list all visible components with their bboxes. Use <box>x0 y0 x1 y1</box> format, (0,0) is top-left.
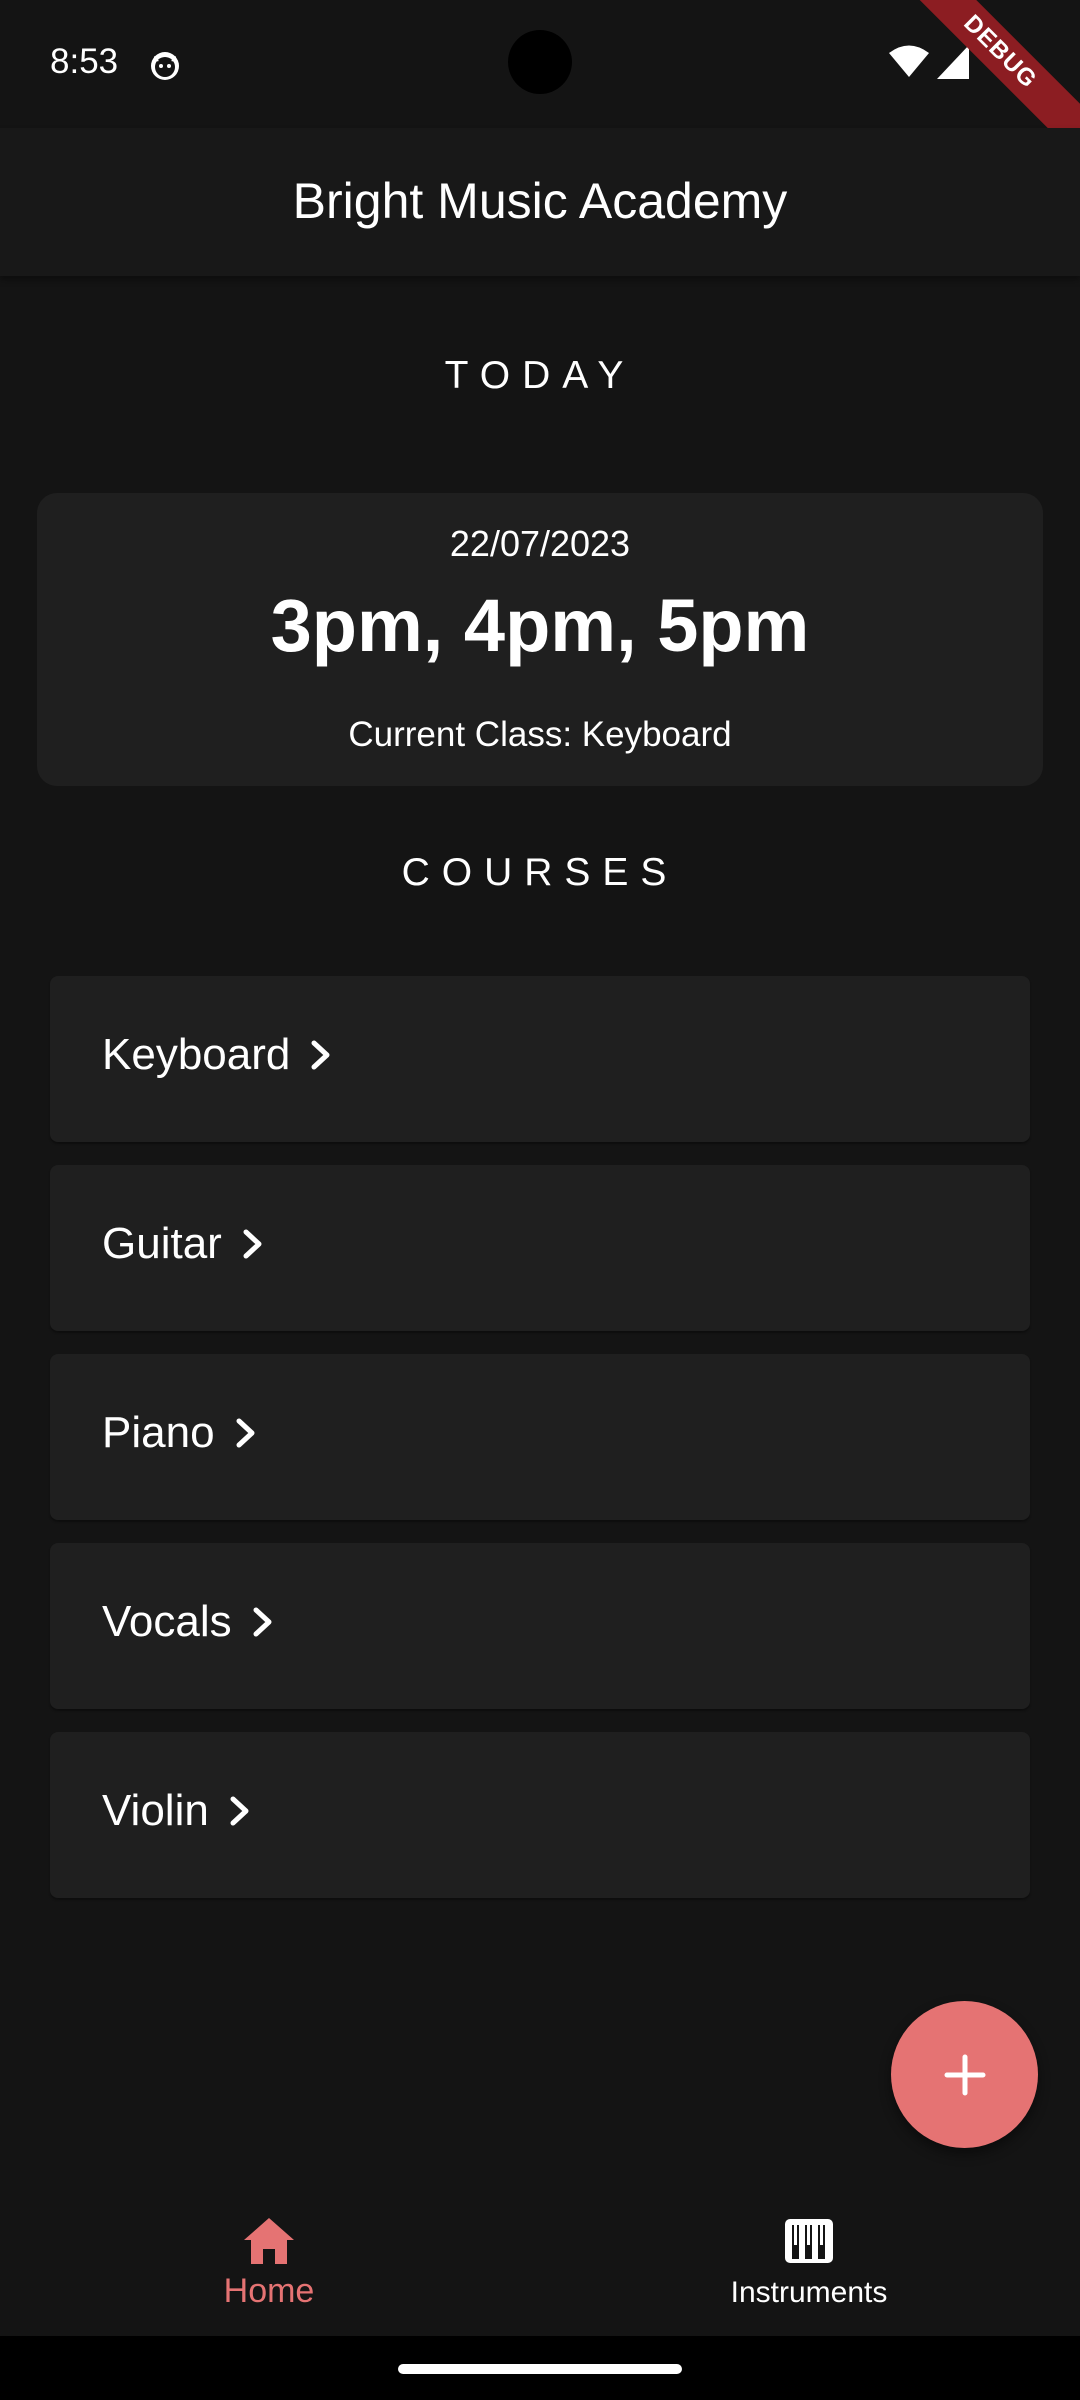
course-label: Violin <box>102 1786 209 1835</box>
course-label: Vocals <box>102 1597 232 1646</box>
today-date: 22/07/2023 <box>449 523 631 564</box>
nav-item-home[interactable]: Home <box>149 2216 389 2311</box>
course-item-keyboard[interactable]: Keyboard <box>50 976 1030 1142</box>
add-fab-button[interactable] <box>891 2001 1038 2148</box>
app-title: Bright Music Academy <box>292 173 788 229</box>
home-icon <box>244 2218 294 2264</box>
nav-label-instruments: Instruments <box>730 2276 888 2309</box>
status-time: 8:53 <box>50 42 119 81</box>
chevron-right-icon <box>243 1229 262 1259</box>
course-item-vocals[interactable]: Vocals <box>50 1543 1030 1709</box>
cat-icon <box>151 52 179 80</box>
today-card: 22/07/2023 3pm, 4pm, 5pm Current Class: … <box>37 493 1043 786</box>
gesture-handle[interactable] <box>398 2364 682 2374</box>
today-class-times: 3pm, 4pm, 5pm <box>270 584 810 667</box>
course-label: Keyboard <box>102 1030 291 1079</box>
today-header: TODAY <box>444 354 636 397</box>
chevron-right-icon <box>236 1418 255 1448</box>
cell-signal-icon <box>937 45 969 79</box>
nav-item-instruments[interactable]: Instruments <box>689 2216 929 2310</box>
chevron-right-icon <box>253 1607 272 1637</box>
course-item-guitar[interactable]: Guitar <box>50 1165 1030 1331</box>
current-class-label: Current Class: Keyboard <box>348 715 732 754</box>
chevron-right-icon <box>311 1040 330 1070</box>
chevron-right-icon <box>230 1796 249 1826</box>
bottom-nav: Home Instruments <box>0 2190 1080 2336</box>
course-label: Piano <box>102 1408 215 1457</box>
course-list: Keyboard Guitar Piano Vocals Violin <box>50 976 1030 1921</box>
nav-label-home: Home <box>223 2272 315 2310</box>
plus-icon <box>944 2054 985 2095</box>
status-bar: 8:53 DEBUG <box>0 0 1080 173</box>
wifi-icon <box>889 45 929 77</box>
camera-cutout <box>508 30 572 94</box>
course-item-violin[interactable]: Violin <box>50 1732 1030 1898</box>
courses-header: COURSES <box>401 851 679 894</box>
app-bar: Bright Music Academy <box>0 128 1080 276</box>
course-item-piano[interactable]: Piano <box>50 1354 1030 1520</box>
gesture-area <box>0 2336 1080 2400</box>
course-label: Guitar <box>102 1219 222 1268</box>
piano-keys-icon <box>785 2219 833 2263</box>
